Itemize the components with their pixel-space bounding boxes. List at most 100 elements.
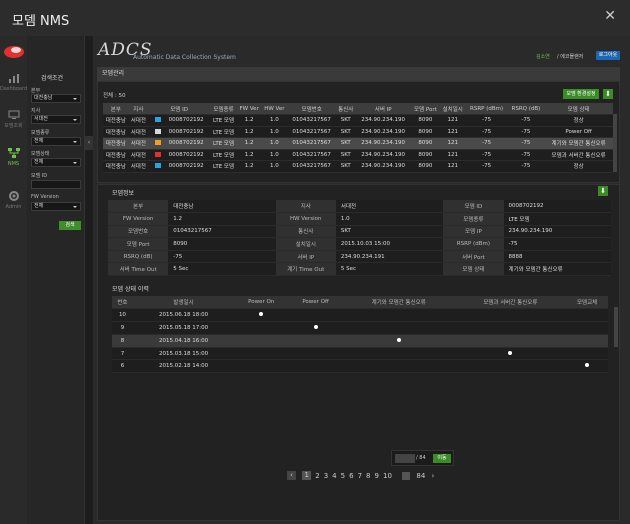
page-go-button[interactable]: 이동: [433, 454, 451, 463]
column-header: 모뎀 ID: [147, 103, 211, 115]
fw-select[interactable]: 전체: [31, 202, 81, 211]
info-key: RSRQ (dB): [108, 250, 169, 264]
cell-port: 8090: [410, 114, 440, 127]
cell-rsrp: -75: [465, 149, 508, 161]
page-jump-input[interactable]: [395, 454, 415, 463]
page-number[interactable]: 10: [383, 472, 392, 480]
info-value: 대전충남: [168, 200, 276, 214]
table-row[interactable]: 대전충남 서대전 0008702192 LTE 모뎀 1.2 1.0 01043217567…: [103, 114, 613, 127]
cell-num: 01043217567: [287, 149, 337, 161]
cell-inst: 121: [439, 114, 466, 127]
nav-admin[interactable]: Admin: [0, 190, 27, 210]
prev-page-icon[interactable]: ‹: [287, 471, 296, 480]
page-number[interactable]: 2: [315, 472, 319, 480]
column-header: RSRQ (dB): [507, 103, 545, 115]
modem-table-scrollbar[interactable]: [613, 114, 617, 172]
history-cell: [288, 334, 343, 348]
hq-select[interactable]: 대전충남: [31, 94, 81, 103]
cell-hq: 대전충남: [103, 114, 129, 127]
history-date: 2015.05.18 17:00: [132, 321, 235, 335]
table-row[interactable]: 대전충남 서대전 0008702192 LTE 모뎀 1.2 1.0 01043217567…: [103, 160, 613, 173]
office-label: 지사: [31, 108, 41, 114]
cell-telco: SKT: [336, 114, 356, 127]
state-label: 모뎀상태: [31, 151, 50, 157]
info-key: 본부: [108, 200, 169, 214]
history-cell: [454, 359, 567, 374]
status-color-icon: [154, 163, 161, 169]
search-button[interactable]: 검색: [59, 221, 81, 230]
info-value: -75: [503, 237, 611, 251]
history-row[interactable]: 8 2015.04.18 16:00: [112, 334, 608, 348]
cell-num: 01043217567: [287, 126, 337, 138]
page-number[interactable]: 8: [366, 472, 370, 480]
cell-rsrq: -75: [507, 114, 545, 127]
close-icon[interactable]: ✕: [604, 8, 616, 24]
office-select[interactable]: 서대전: [31, 115, 81, 124]
last-page[interactable]: 84: [416, 472, 425, 480]
info-value: 계기와 모뎀간 통신오류: [503, 262, 611, 277]
cell-id: 0008702192: [147, 137, 211, 150]
history-cell: [566, 321, 608, 335]
history-cell: [288, 321, 343, 335]
logout-button[interactable]: 로그아웃: [596, 51, 620, 60]
page-number[interactable]: 7: [358, 472, 362, 480]
filter-title: 검색조건: [41, 75, 64, 82]
cell-id: 0008702192: [147, 149, 211, 161]
next-page-icon[interactable]: ›: [432, 472, 435, 480]
page-number[interactable]: 1: [302, 471, 312, 480]
history-row[interactable]: 10 2015.06.18 18:00: [112, 308, 608, 323]
info-key: 서버 Port: [443, 250, 504, 264]
cell-state: 정상: [544, 114, 613, 127]
info-value: -75: [168, 250, 276, 264]
cell-telco: SKT: [336, 126, 356, 138]
page-number[interactable]: 5: [341, 472, 345, 480]
history-row[interactable]: 6 2015.02.18 14:00: [112, 359, 608, 374]
nav-nms[interactable]: NMS: [0, 148, 27, 167]
history-cell: [454, 347, 567, 361]
info-key: 모뎀 상태: [443, 262, 504, 277]
id-input[interactable]: [31, 180, 81, 189]
history-cell: [234, 308, 289, 323]
nav-dashboard[interactable]: Dashboard: [0, 74, 27, 92]
history-row[interactable]: 7 2015.03.18 15:00: [112, 347, 608, 361]
network-icon: [7, 148, 20, 158]
info-value: 8090: [168, 237, 276, 251]
history-title: 모뎀 상태 이력: [112, 286, 149, 293]
cell-state: 정상: [544, 160, 613, 173]
cell-type: LTE 모뎀: [210, 126, 237, 138]
table-row[interactable]: 대전충남 서대전 0008702192 LTE 모뎀 1.2 1.0 01043217567…: [103, 149, 613, 161]
info-value: 8888: [503, 250, 611, 264]
cell-type: LTE 모뎀: [210, 149, 237, 161]
info-download-icon[interactable]: ⬇: [598, 186, 608, 196]
download-icon[interactable]: ⬇: [603, 89, 613, 99]
table-row[interactable]: 대전충남 서대전 0008702192 LTE 모뎀 1.2 1.0 01043217567…: [103, 137, 613, 150]
history-date: 2015.03.18 15:00: [132, 347, 235, 361]
info-key: 모뎀종류: [443, 212, 504, 226]
page-number[interactable]: 6: [349, 472, 353, 480]
cell-hw: 1.0: [261, 160, 288, 173]
history-scrollbar[interactable]: [614, 307, 618, 347]
info-value: 01043217567: [168, 225, 276, 239]
modem-setting-button[interactable]: 모뎀 환경설정: [563, 89, 599, 99]
column-header: FW Ver: [236, 103, 262, 115]
more-pages-icon[interactable]: [402, 471, 411, 480]
page-number[interactable]: 9: [375, 472, 379, 480]
modem-id: 0008702192: [168, 151, 204, 158]
info-key: 계기 Time Out: [275, 262, 336, 277]
type-select[interactable]: 전체: [31, 137, 81, 146]
column-header: 본부: [103, 103, 129, 115]
collapse-arrow-icon[interactable]: ‹: [85, 136, 93, 150]
cell-hq: 대전충남: [103, 160, 129, 173]
state-select[interactable]: 전체: [31, 158, 81, 167]
nav-modem-search[interactable]: 모뎀조회: [0, 110, 27, 129]
page-number[interactable]: 4: [332, 472, 336, 480]
nav-sidebar: Dashboard 모뎀조회 NMS Admin: [0, 36, 27, 524]
history-row[interactable]: 9 2015.05.18 17:00: [112, 321, 608, 335]
history-cell: [342, 308, 455, 323]
page-number[interactable]: 3: [324, 472, 328, 480]
cell-office: 서대전: [128, 126, 148, 138]
cell-type: LTE 모뎀: [210, 137, 237, 150]
nav-label-modem: 모뎀조회: [4, 123, 23, 129]
window-title: 모뎀 NMS: [12, 14, 70, 29]
table-row[interactable]: 대전충남 서대전 0008702192 LTE 모뎀 1.2 1.0 01043217567…: [103, 126, 613, 138]
